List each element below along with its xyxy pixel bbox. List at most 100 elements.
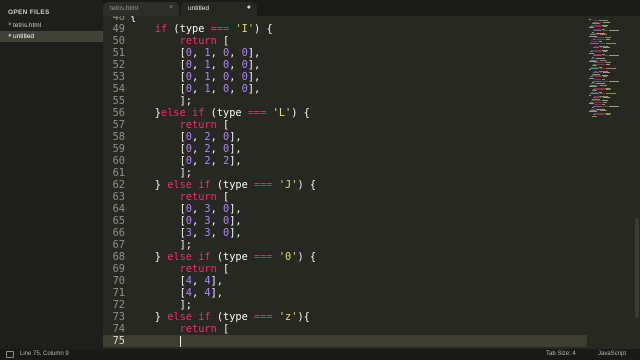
minimap-line (593, 105, 602, 107)
code-line[interactable]: 72 ]; (103, 299, 587, 311)
code-line[interactable]: 67 ]; (103, 239, 587, 251)
minimap-line (593, 30, 602, 32)
code-text: return [ (130, 119, 230, 131)
code-token: (type (204, 107, 248, 119)
code-token: ], (247, 83, 261, 95)
code-token: 'L' (272, 107, 292, 119)
code-text: ]; (130, 239, 192, 251)
code-line[interactable]: 61 ]; (103, 167, 587, 179)
minimap-line (609, 55, 619, 57)
tab-active[interactable]: untitled ● (181, 2, 257, 16)
code-token: { (130, 16, 137, 23)
code-token: ], (247, 59, 261, 71)
scrollbar-thumb[interactable] (635, 218, 639, 318)
code-token: , (192, 287, 205, 299)
minimap-line (600, 84, 607, 86)
code-line[interactable]: 55 ]; (103, 95, 587, 107)
code-text: [0, 1, 0, 0], (130, 71, 261, 83)
minimap-line (603, 55, 608, 57)
code-token: === (210, 23, 230, 35)
code-token: [ (130, 275, 186, 287)
code-line[interactable]: 63 return [ (103, 191, 587, 203)
code-line[interactable]: 70 [4, 4], (103, 275, 587, 287)
code-token: [ (216, 323, 230, 335)
code-line[interactable]: 48 { (103, 16, 587, 23)
code-token: 'J' (278, 179, 298, 191)
line-number: 74 (112, 323, 125, 335)
code-line[interactable]: 74 return [ (103, 323, 587, 335)
code-token: , (210, 215, 224, 227)
minimap-line (600, 97, 602, 99)
line-number: 64 (112, 203, 125, 215)
code-token: [ (130, 143, 186, 155)
minimap-line (606, 93, 616, 95)
code-line[interactable]: 54 [0, 1, 0, 0], (103, 83, 587, 95)
tab-inactive[interactable]: tetris.html × (103, 2, 179, 16)
code-line[interactable]: 57 return [ (103, 119, 587, 131)
tab-close-icon[interactable]: × (169, 4, 173, 11)
code-token: (type (210, 251, 255, 263)
code-token: [ (130, 227, 186, 239)
code-line[interactable]: 66 [3, 3, 0], (103, 227, 587, 239)
minimap-line (609, 105, 619, 107)
code-line[interactable]: 68 } else if (type === '0') { (103, 251, 587, 263)
code-line[interactable]: 59 [0, 2, 0], (103, 143, 587, 155)
line-number: 58 (112, 131, 125, 143)
code-token: ], (229, 215, 242, 227)
code-line[interactable]: 53 [0, 1, 0, 0], (103, 71, 587, 83)
code-text: } else if (type === '0') { (130, 251, 316, 263)
minimap-line (603, 47, 610, 48)
syntax-selector[interactable]: JavaScript (598, 351, 626, 357)
code-token: , (192, 143, 205, 155)
code-line[interactable]: 52 [0, 1, 0, 0], (103, 59, 587, 71)
code-token: if (154, 23, 168, 35)
code-line[interactable]: 75 (103, 335, 587, 347)
tab-unsaved-dot-icon[interactable]: ● (247, 4, 251, 11)
code-text: [0, 2, 2], (130, 155, 242, 167)
code-line[interactable]: 60 [0, 2, 2], (103, 155, 587, 167)
code-token: , (192, 215, 205, 227)
sidebar-file-item[interactable]: ● untitled (0, 31, 103, 42)
code-token: 'I' (235, 23, 255, 35)
sidebar-file-label: untitled (13, 33, 34, 40)
minimap-line (603, 80, 608, 82)
minimap[interactable] (587, 16, 635, 349)
code-line[interactable]: 62 } else if (type === 'J') { (103, 179, 587, 191)
minimap-line (603, 30, 608, 32)
minimap-line (606, 38, 610, 40)
line-number: 63 (112, 191, 125, 203)
code-token: } (130, 251, 168, 263)
code-token: ], (247, 71, 261, 83)
code-line[interactable]: 49 if (type === 'I') { (103, 23, 587, 35)
code-line[interactable]: 73 } else if (type === 'z'){ (103, 311, 587, 323)
code-token: [ (216, 263, 230, 275)
code-token: ], (247, 47, 261, 59)
minimap-line (600, 72, 602, 74)
line-number: 72 (112, 299, 125, 311)
code-line[interactable]: 71 [4, 4], (103, 287, 587, 299)
tab-size-setting[interactable]: Tab Size: 4 (546, 351, 576, 357)
sidebar-file-item[interactable]: × tetris.html (0, 20, 103, 31)
code-line[interactable]: 65 [0, 3, 0], (103, 215, 587, 227)
line-number: 73 (112, 311, 125, 323)
line-number: 70 (112, 275, 125, 287)
code-editor[interactable]: 48{49 if (type === 'I') {50 return [51 [… (103, 16, 587, 349)
code-line[interactable]: 50 return [ (103, 35, 587, 47)
code-token: , (192, 59, 205, 71)
code-token: , (229, 59, 242, 71)
line-number: 69 (112, 263, 125, 275)
code-token: return (179, 263, 217, 275)
code-token: ]; (130, 299, 192, 311)
code-token: , (210, 131, 224, 143)
code-line[interactable]: 51 [0, 1, 0, 0], (103, 47, 587, 59)
code-line[interactable]: 64 [0, 3, 0], (103, 203, 587, 215)
code-token: ){ (297, 311, 310, 323)
code-line[interactable]: 69 return [ (103, 263, 587, 275)
minimap-line (603, 72, 610, 74)
code-line[interactable]: 56 }else if (type === 'L') { (103, 107, 587, 119)
minimap-line (606, 114, 610, 116)
panel-toggle-icon[interactable] (6, 351, 14, 358)
code-token: [ (130, 131, 186, 143)
code-line[interactable]: 58 [0, 2, 0], (103, 131, 587, 143)
code-token: [ (216, 35, 230, 47)
